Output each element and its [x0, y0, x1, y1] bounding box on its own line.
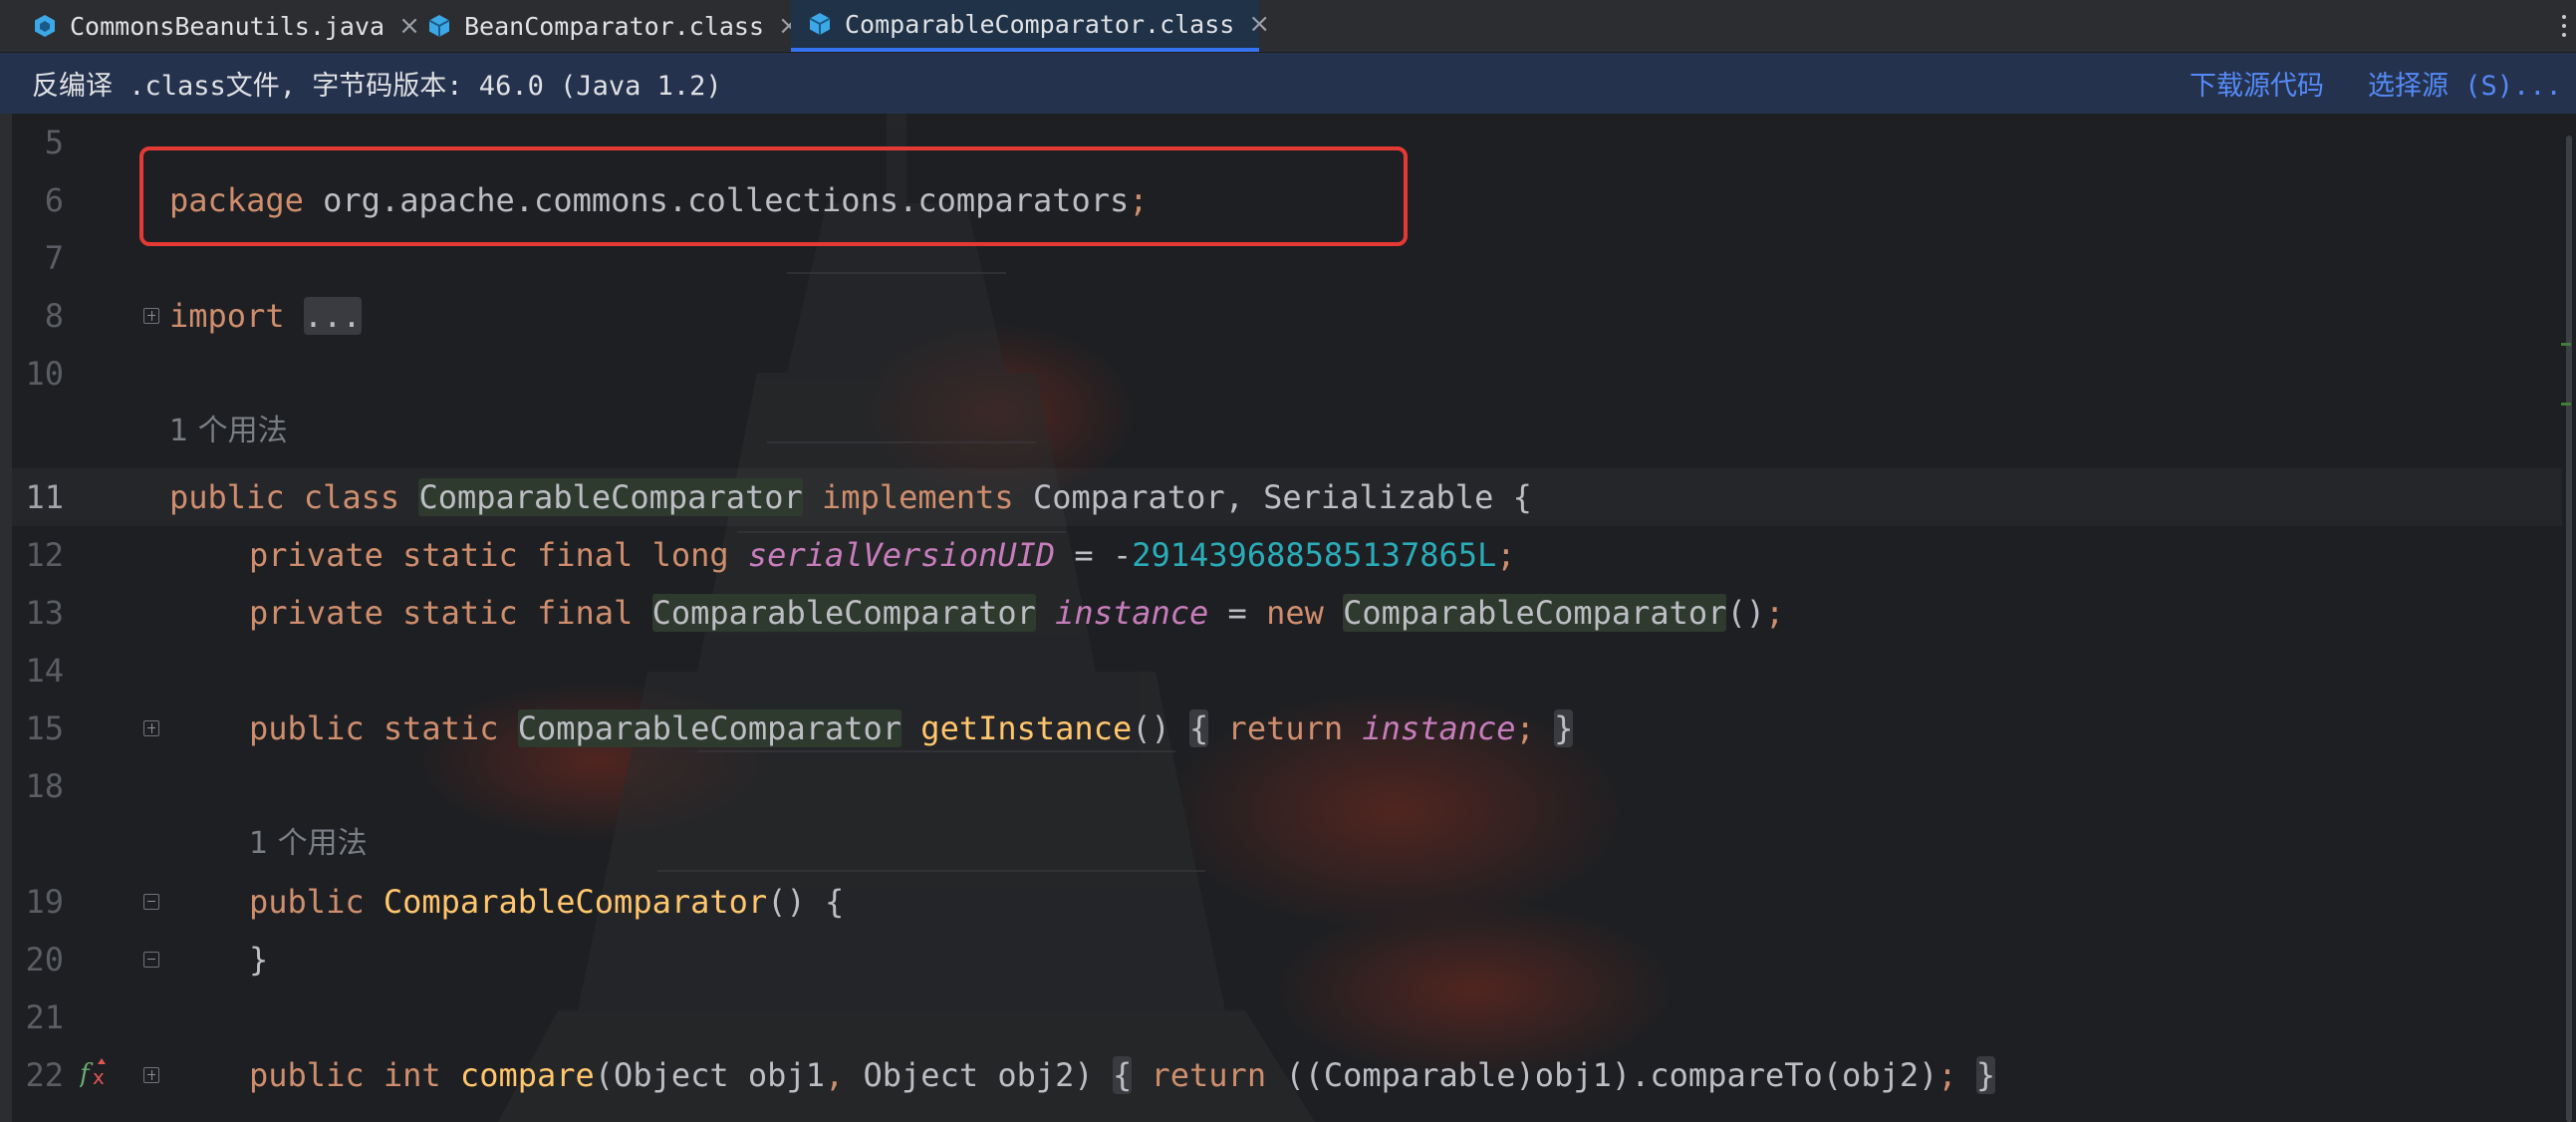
usage-hint[interactable]: 1 个用法	[169, 403, 288, 460]
line-number: 19	[25, 883, 64, 921]
download-sources-link[interactable]: 下载源代码	[2190, 53, 2324, 114]
svg-text:f: f	[80, 1059, 94, 1089]
code-line-getinstance: public static ComparableComparator getIn…	[249, 709, 1574, 747]
usage-hint[interactable]: 1 个用法	[249, 815, 368, 873]
line-number: 13	[25, 594, 64, 632]
code-line-package: package org.apache.commons.collections.c…	[169, 181, 1149, 219]
line-number: 7	[44, 239, 64, 277]
change-marker	[2561, 343, 2571, 346]
java-class-icon	[32, 13, 58, 39]
line-number: 10	[25, 355, 64, 393]
line-number: 14	[25, 652, 64, 690]
code-line-constructor: public ComparableComparator() {	[249, 883, 845, 921]
tab-label: ComparableComparator.class	[845, 9, 1235, 39]
folded-imports[interactable]: ...	[303, 297, 362, 335]
ide-window: CommonsBeanutils.java × BeanComparator.c…	[0, 0, 2576, 1122]
tab-commonsbeanutils-java[interactable]: CommonsBeanutils.java ×	[0, 0, 420, 52]
tab-label: BeanComparator.class	[464, 11, 765, 41]
line-number: 22	[25, 1056, 64, 1094]
more-tabs-icon[interactable]	[2552, 0, 2576, 52]
tab-beancomparator-class[interactable]: BeanComparator.class ×	[410, 0, 800, 52]
class-file-icon	[807, 11, 833, 37]
close-icon[interactable]: ×	[1248, 9, 1270, 39]
tab-comparablecomparator-class[interactable]: ComparableComparator.class ×	[791, 0, 1270, 52]
collapse-fold-icon[interactable]	[143, 952, 159, 968]
code-line-class-decl: public class ComparableComparator implem…	[169, 478, 1532, 516]
code-line-constructor-end: }	[249, 941, 269, 979]
tab-label: CommonsBeanutils.java	[70, 11, 386, 41]
line-number: 20	[25, 941, 64, 979]
editor-tab-bar: CommonsBeanutils.java × BeanComparator.c…	[0, 0, 2576, 53]
code-line-instance: private static final ComparableComparato…	[249, 594, 1785, 632]
line-number: 11	[25, 478, 64, 516]
code-editor[interactable]: 5 6 7 8 10 11 12 13 14 15 18 19 20 21 22…	[0, 114, 2576, 1122]
line-number: 5	[44, 124, 64, 161]
implements-method-icon[interactable]: f x	[80, 1054, 116, 1090]
scrollbar-thumb[interactable]	[2566, 136, 2572, 1122]
choose-sources-link[interactable]: 选择源 (S)...	[2368, 53, 2562, 114]
left-margin	[0, 114, 12, 1122]
banner-text: 反编译 .class文件, 字节码版本: 46.0 (Java 1.2)	[32, 71, 722, 102]
code-line-serial: private static final long serialVersionU…	[249, 536, 1516, 574]
expand-fold-icon[interactable]	[143, 1067, 159, 1083]
code-line-compare: public int compare(Object obj1, Object o…	[249, 1056, 1996, 1094]
class-file-icon	[426, 13, 452, 39]
line-number: 12	[25, 536, 64, 574]
line-number: 18	[25, 767, 64, 805]
collapse-fold-icon[interactable]	[143, 894, 159, 910]
line-number: 21	[25, 998, 64, 1036]
line-number: 15	[25, 709, 64, 747]
code-line-import: import ...	[169, 297, 362, 335]
expand-fold-icon[interactable]	[143, 720, 159, 736]
line-number: 8	[44, 297, 64, 335]
change-marker	[2561, 403, 2571, 406]
svg-text:x: x	[93, 1065, 105, 1089]
line-number: 6	[44, 181, 64, 219]
expand-fold-icon[interactable]	[143, 308, 159, 324]
